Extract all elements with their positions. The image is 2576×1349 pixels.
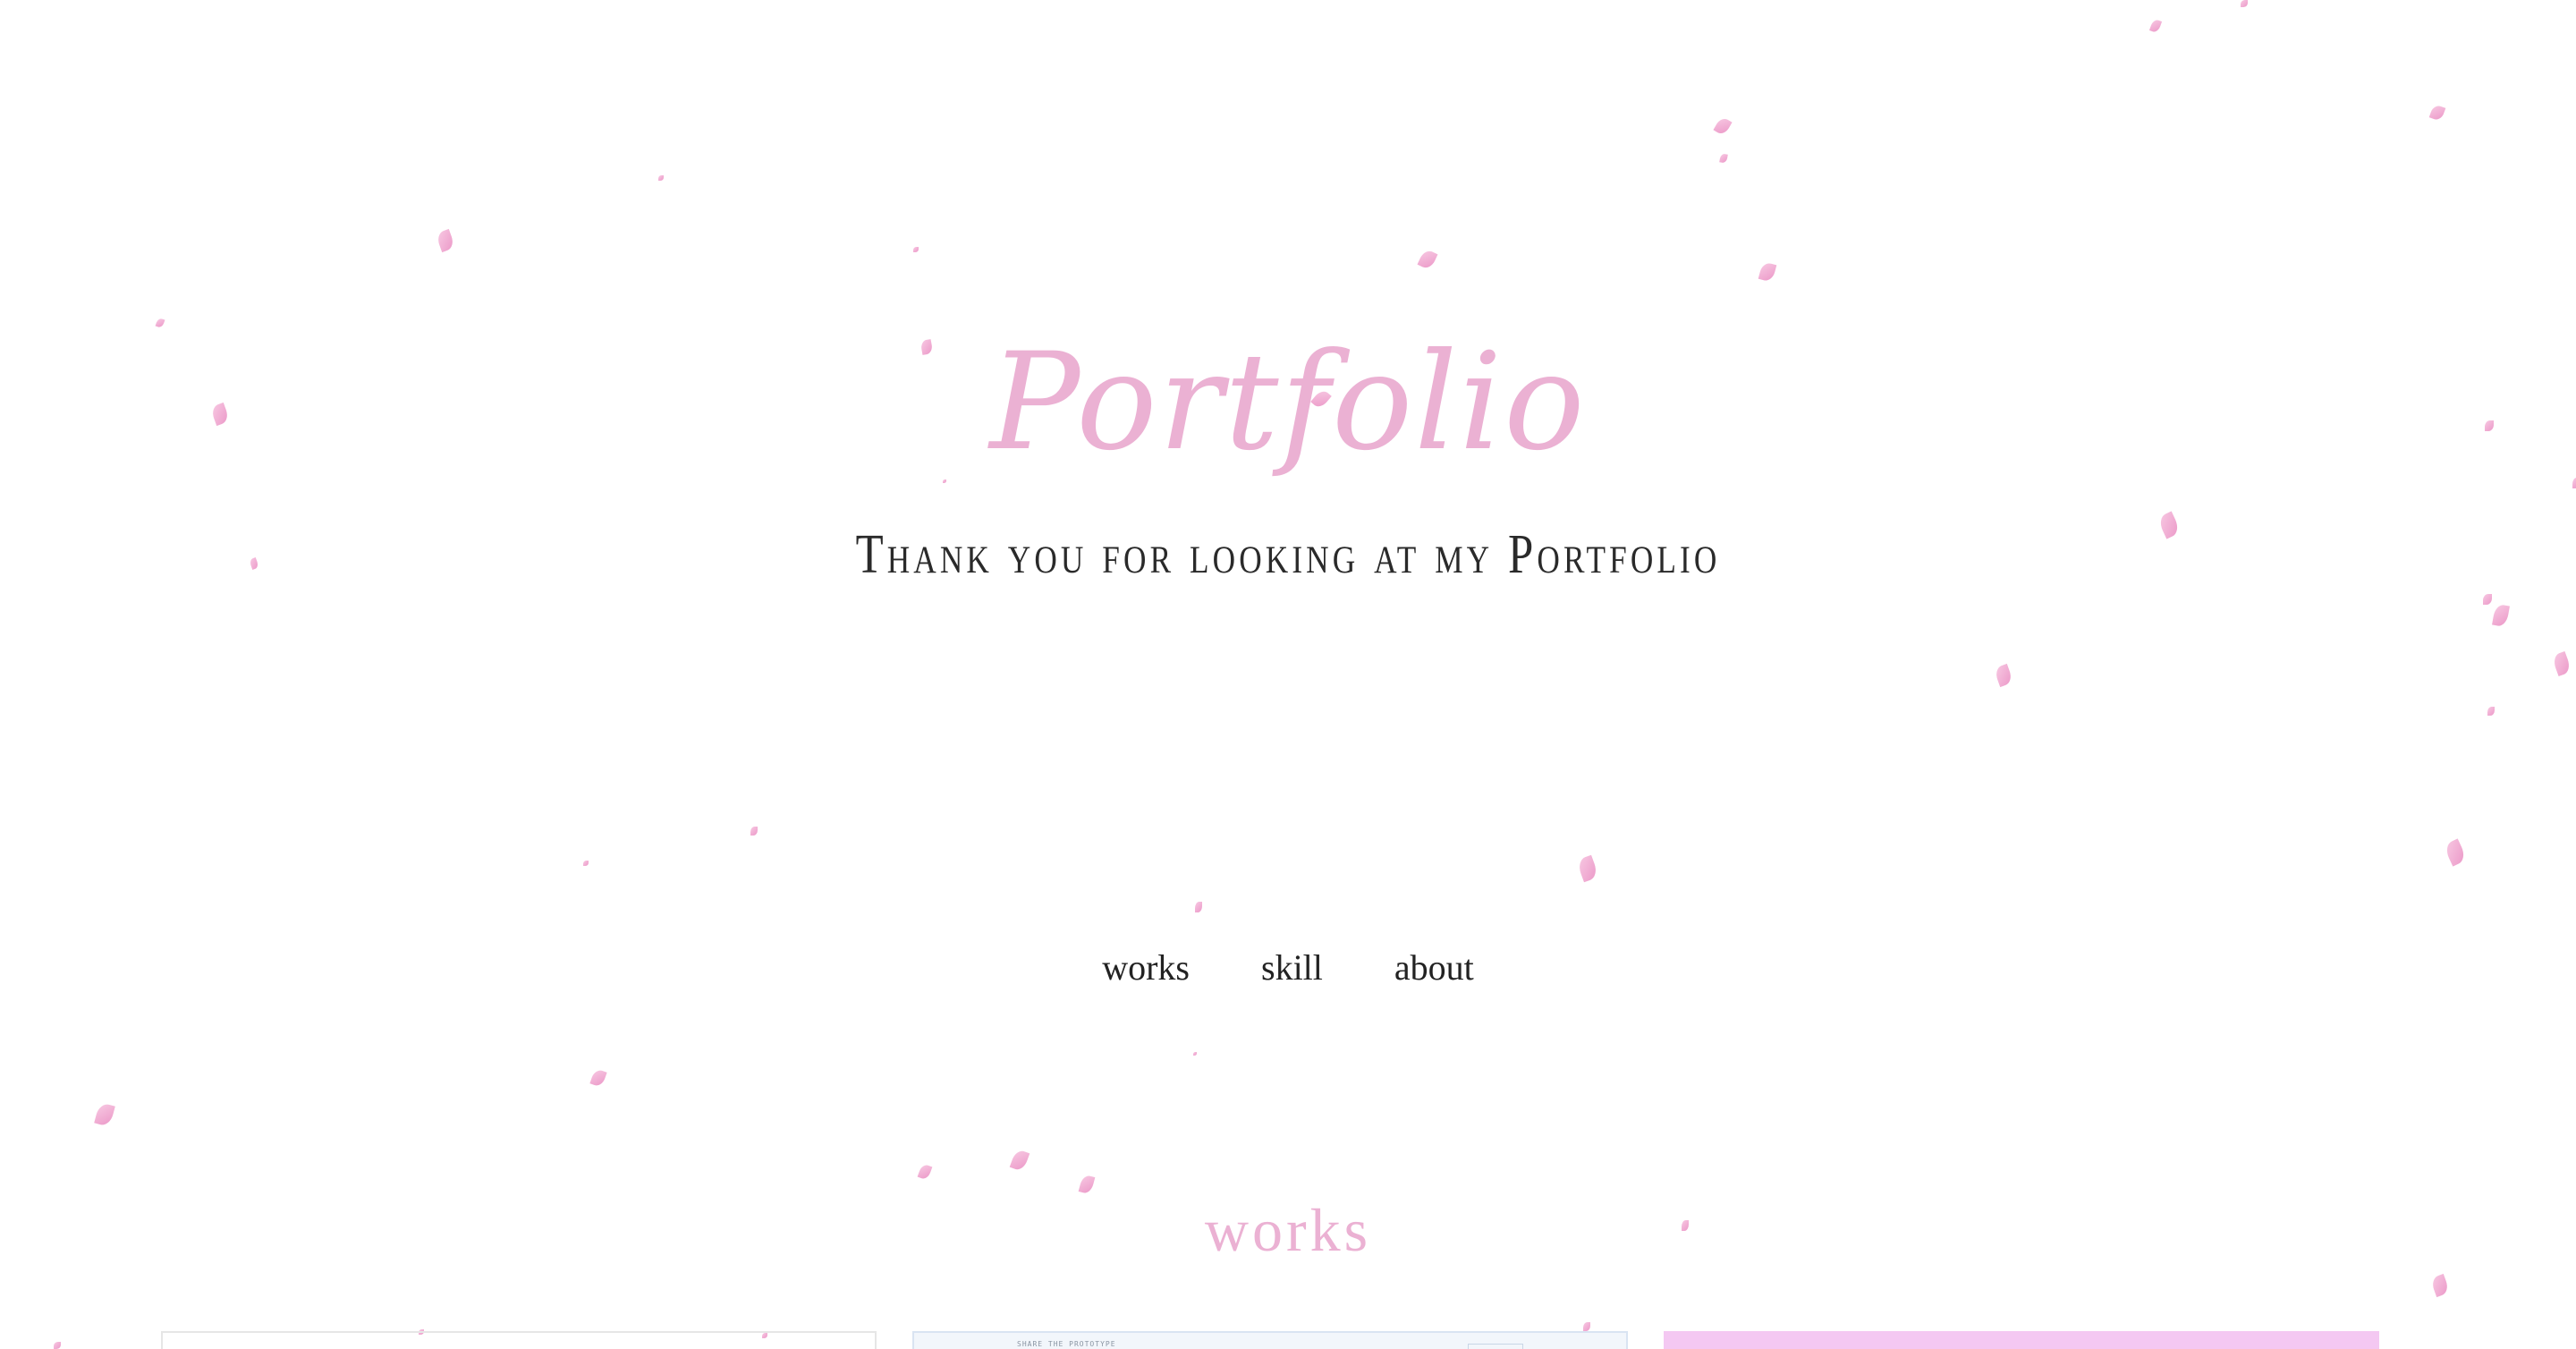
works-grid: SHARE THE PROTOTYPE [161,1331,2379,1349]
work-card-1[interactable] [161,1331,877,1349]
petal-icon [913,247,919,252]
petal-icon [2487,707,2495,716]
petal-icon [1417,248,1438,271]
hero-title: Portfolio [989,325,1587,480]
petal-icon [658,175,664,181]
petal-icon [2241,0,2248,7]
petal-icon [1576,854,1599,883]
work-card-2[interactable]: SHARE THE PROTOTYPE [912,1331,1628,1349]
petal-icon [2443,838,2468,867]
petal-icon [1758,261,1777,283]
petal-icon [94,1102,115,1127]
petal-icon [917,1163,933,1181]
work-card-thumb-box [1468,1344,1523,1349]
petal-icon [2483,594,2492,605]
hero-subtitle: Thank you for looking at my Portfolio [855,524,1721,585]
nav-link-skill[interactable]: skill [1261,941,1323,995]
petal-icon [2148,18,2163,34]
petal-icon [589,1068,607,1088]
petal-icon [1583,1322,1590,1331]
petal-icon [2551,650,2572,677]
petal-icon [583,861,589,866]
petal-icon [1719,153,1728,164]
petal-icon [2492,603,2510,628]
petal-icon [435,228,456,253]
main-nav: works skill about [0,941,2576,995]
petal-icon [2429,1273,2451,1298]
nav-link-works[interactable]: works [1102,941,1190,995]
work-card-3[interactable] [1664,1331,2379,1349]
falling-petals-layer [0,0,2576,1349]
petal-icon [1009,1148,1030,1173]
works-section-title: works [1204,1196,1372,1264]
petal-icon [750,827,758,836]
petal-icon [54,1342,61,1349]
petal-icon [1193,1052,1197,1056]
petal-icon [1713,115,1733,137]
petal-icon [1993,663,2014,688]
work-card-caption: SHARE THE PROTOTYPE [1017,1340,1116,1348]
petal-icon [2428,104,2446,122]
nav-link-about[interactable]: about [1394,941,1474,995]
petal-icon [1195,902,1202,912]
